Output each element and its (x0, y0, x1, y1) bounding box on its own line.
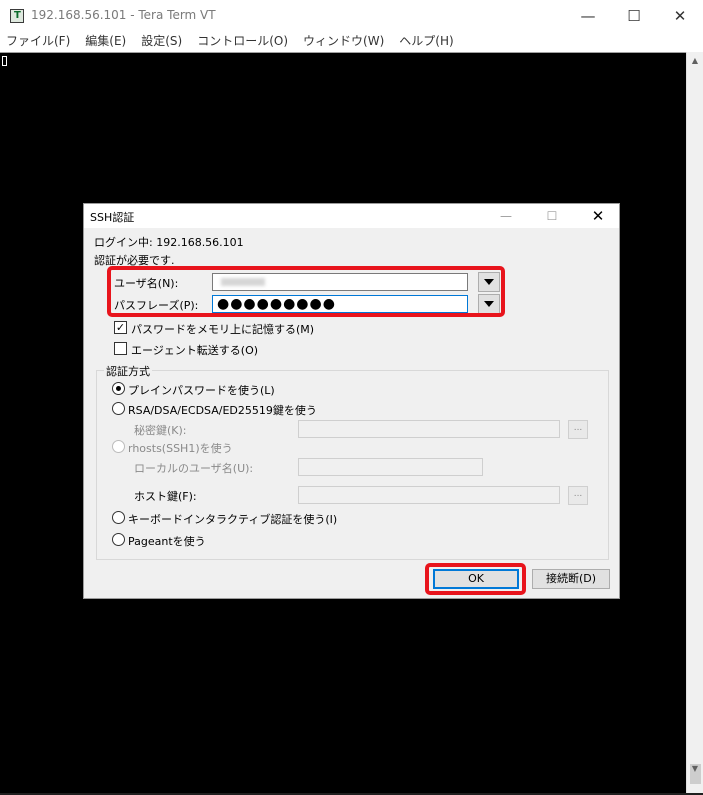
scroll-down-arrow-icon[interactable]: ▼ (687, 760, 703, 777)
window-title: 192.168.56.101 - Tera Term VT (31, 8, 216, 22)
menu-window[interactable]: ウィンドウ(W) (303, 31, 384, 51)
login-status-text: ログイン中: 192.168.56.101 (94, 236, 244, 249)
close-button[interactable]: ✕ (657, 0, 703, 31)
vertical-scrollbar[interactable]: ▲ ▼ (686, 52, 703, 795)
disconnect-button[interactable]: 接続断(D) (532, 569, 610, 589)
rhosts-radio (112, 440, 125, 453)
menu-file[interactable]: ファイル(F) (6, 31, 70, 51)
ok-highlight-box (425, 563, 526, 595)
menu-control[interactable]: コントロール(O) (197, 31, 288, 51)
remember-password-label: パスワードをメモリ上に記憶する(M) (131, 323, 315, 336)
agent-forwarding-label: エージェント転送する(O) (131, 344, 259, 357)
terminal-cursor (2, 56, 7, 66)
plain-password-label: プレインパスワードを使う(L) (128, 384, 275, 397)
rsa-key-radio[interactable] (112, 402, 125, 415)
private-key-browse-button: ... (568, 420, 588, 439)
agent-forwarding-checkbox[interactable] (114, 342, 127, 355)
dialog-title: SSH認証 (90, 211, 135, 224)
plain-password-radio[interactable] (112, 382, 125, 395)
keyboard-interactive-radio[interactable] (112, 511, 125, 524)
rsa-key-label: RSA/DSA/ECDSA/ED25519鍵を使う (128, 404, 317, 417)
menu-bar: ファイル(F) 編集(E) 設定(S) コントロール(O) ウィンドウ(W) ヘ… (0, 31, 703, 51)
rhosts-label: rhosts(SSH1)を使う (128, 442, 233, 455)
menu-setup[interactable]: 設定(S) (141, 31, 182, 51)
pageant-radio[interactable] (112, 533, 125, 546)
scroll-up-arrow-icon[interactable]: ▲ (687, 52, 703, 69)
ssh-auth-dialog: SSH認証 — ☐ ✕ ログイン中: 192.168.56.101 認証が必要で… (83, 203, 620, 599)
dialog-titlebar[interactable]: SSH認証 — ☐ ✕ (84, 204, 619, 228)
minimize-button[interactable]: — (565, 0, 611, 31)
credentials-highlight-box (107, 266, 505, 317)
window-titlebar[interactable]: T 192.168.56.101 - Tera Term VT — ☐ ✕ (0, 0, 703, 31)
menu-edit[interactable]: 編集(E) (85, 31, 126, 51)
local-username-input (298, 458, 483, 476)
menu-help[interactable]: ヘルプ(H) (399, 31, 453, 51)
local-username-label: ローカルのユーザ名(U): (134, 462, 254, 475)
app-icon-letter: T (14, 10, 21, 21)
dialog-minimize-button: — (500, 209, 512, 223)
private-key-input (298, 420, 560, 438)
remember-password-checkbox[interactable]: ✓ (114, 321, 127, 334)
host-key-label: ホスト鍵(F): (134, 490, 197, 503)
keyboard-interactive-label: キーボードインタラクティブ認証を使う(I) (128, 513, 338, 526)
private-key-label: 秘密鍵(K): (134, 424, 187, 437)
teraterm-app-icon: T (10, 9, 24, 23)
host-key-browse-button: ... (568, 486, 588, 505)
auth-method-group-label: 認証方式 (104, 363, 152, 379)
maximize-button[interactable]: ☐ (611, 0, 657, 31)
dialog-maximize-button: ☐ (546, 209, 558, 223)
host-key-input (298, 486, 560, 504)
pageant-label: Pageantを使う (128, 535, 206, 548)
dialog-close-button[interactable]: ✕ (576, 204, 620, 228)
